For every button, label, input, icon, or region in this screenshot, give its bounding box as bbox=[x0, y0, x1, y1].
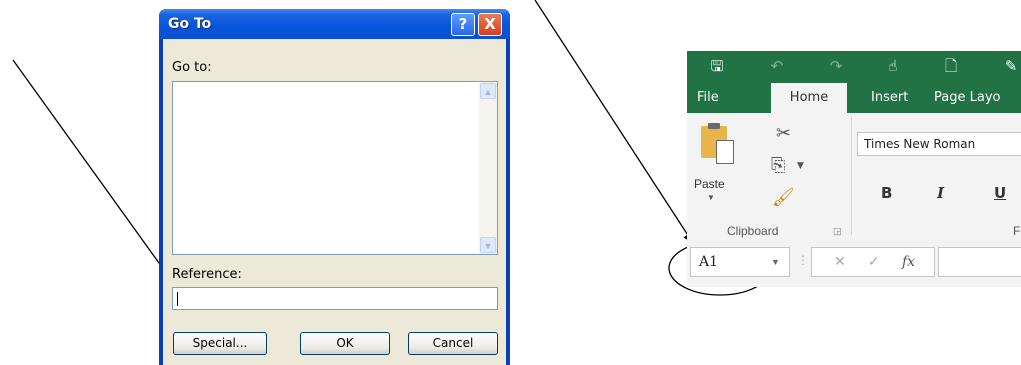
touch-mode-icon[interactable]: ☝ bbox=[885, 57, 901, 75]
text-caret bbox=[177, 292, 178, 306]
formula-bar-grip-icon[interactable]: ⋮ bbox=[797, 253, 809, 267]
goto-titlebar[interactable]: Go To ? X bbox=[159, 9, 510, 39]
paste-icon[interactable] bbox=[701, 123, 734, 164]
name-box[interactable]: A1 ▼ bbox=[690, 247, 790, 277]
reference-input[interactable] bbox=[172, 287, 498, 310]
print-preview-icon[interactable]: 🗋 bbox=[943, 57, 959, 75]
paste-dropdown-icon[interactable]: ▼ bbox=[707, 193, 715, 202]
goto-body: Go to: ▲ ▼ Reference: Special... OK Canc… bbox=[163, 39, 506, 365]
help-button[interactable]: ? bbox=[451, 13, 475, 36]
cut-icon[interactable]: ✂ bbox=[776, 123, 791, 144]
tab-page-layout[interactable]: Page Layo bbox=[934, 83, 1000, 113]
more-tools-icon[interactable]: ✎ bbox=[1003, 57, 1019, 75]
name-box-value: A1 bbox=[699, 254, 719, 270]
formula-input[interactable] bbox=[938, 247, 1021, 277]
tab-insert[interactable]: Insert bbox=[871, 83, 908, 113]
underline-button[interactable]: U bbox=[994, 184, 1006, 202]
dialog-title: Go To bbox=[168, 16, 212, 32]
redo-icon[interactable]: ↷ bbox=[828, 57, 844, 75]
goto-dialog: Go To ? X Go to: ▲ ▼ Reference: Special.… bbox=[159, 9, 510, 365]
arrow-to-namebox bbox=[534, 0, 694, 244]
group-divider bbox=[851, 117, 852, 235]
chevron-down-icon[interactable]: ▼ bbox=[771, 257, 780, 267]
format-painter-icon[interactable]: 🖌 bbox=[772, 187, 795, 208]
font-name-select[interactable]: Times New Roman bbox=[857, 132, 1021, 156]
cancel-button[interactable]: Cancel bbox=[408, 332, 498, 355]
listbox-scrollbar[interactable]: ▲ ▼ bbox=[479, 82, 497, 254]
copy-icon[interactable]: ⎘ bbox=[771, 155, 785, 176]
italic-button[interactable]: I bbox=[937, 184, 944, 202]
enter-entry-icon[interactable]: ✓ bbox=[868, 254, 880, 270]
cancel-entry-icon[interactable]: ✕ bbox=[834, 254, 846, 270]
close-button[interactable]: X bbox=[478, 13, 502, 36]
copy-dropdown-icon[interactable]: ▼ bbox=[797, 161, 804, 171]
font-group-label: F bbox=[1013, 224, 1021, 238]
ribbon-home: Paste ▼ ✂ ⎘ ▼ 🖌 Clipboard ◲ Times New Ro… bbox=[687, 113, 1021, 239]
tab-home[interactable]: Home bbox=[771, 83, 847, 113]
ok-button[interactable]: OK bbox=[300, 332, 390, 355]
undo-icon[interactable]: ↶ bbox=[769, 57, 785, 75]
ribbon-tabs: File Home Insert Page Layo bbox=[687, 83, 1021, 113]
quick-access-toolbar: 🖫 ↶ ↷ ☝ 🗋 ✎ bbox=[687, 51, 1021, 83]
scroll-up-icon[interactable]: ▲ bbox=[480, 83, 496, 99]
excel-window: 🖫 ↶ ↷ ☝ 🗋 ✎ File Home Insert Page Layo P… bbox=[687, 51, 1021, 287]
special-button[interactable]: Special... bbox=[173, 332, 267, 355]
insert-function-icon[interactable]: fx bbox=[902, 254, 915, 270]
paste-button[interactable]: Paste bbox=[694, 177, 725, 191]
arrow-to-reference bbox=[12, 59, 183, 296]
goto-listbox[interactable]: ▲ ▼ bbox=[172, 81, 498, 255]
clipboard-launcher-icon[interactable]: ◲ bbox=[833, 226, 842, 237]
formula-buttons: ✕ ✓ fx bbox=[811, 247, 935, 277]
scroll-down-icon[interactable]: ▼ bbox=[480, 237, 496, 253]
goto-label: Go to: bbox=[172, 60, 212, 75]
reference-label: Reference: bbox=[172, 267, 242, 282]
clipboard-group-label: Clipboard bbox=[727, 224, 779, 238]
bold-button[interactable]: B bbox=[881, 184, 892, 202]
tab-file[interactable]: File bbox=[697, 83, 719, 113]
save-icon[interactable]: 🖫 bbox=[709, 57, 725, 75]
formula-bar: A1 ▼ ⋮ ✕ ✓ fx bbox=[687, 239, 1021, 287]
